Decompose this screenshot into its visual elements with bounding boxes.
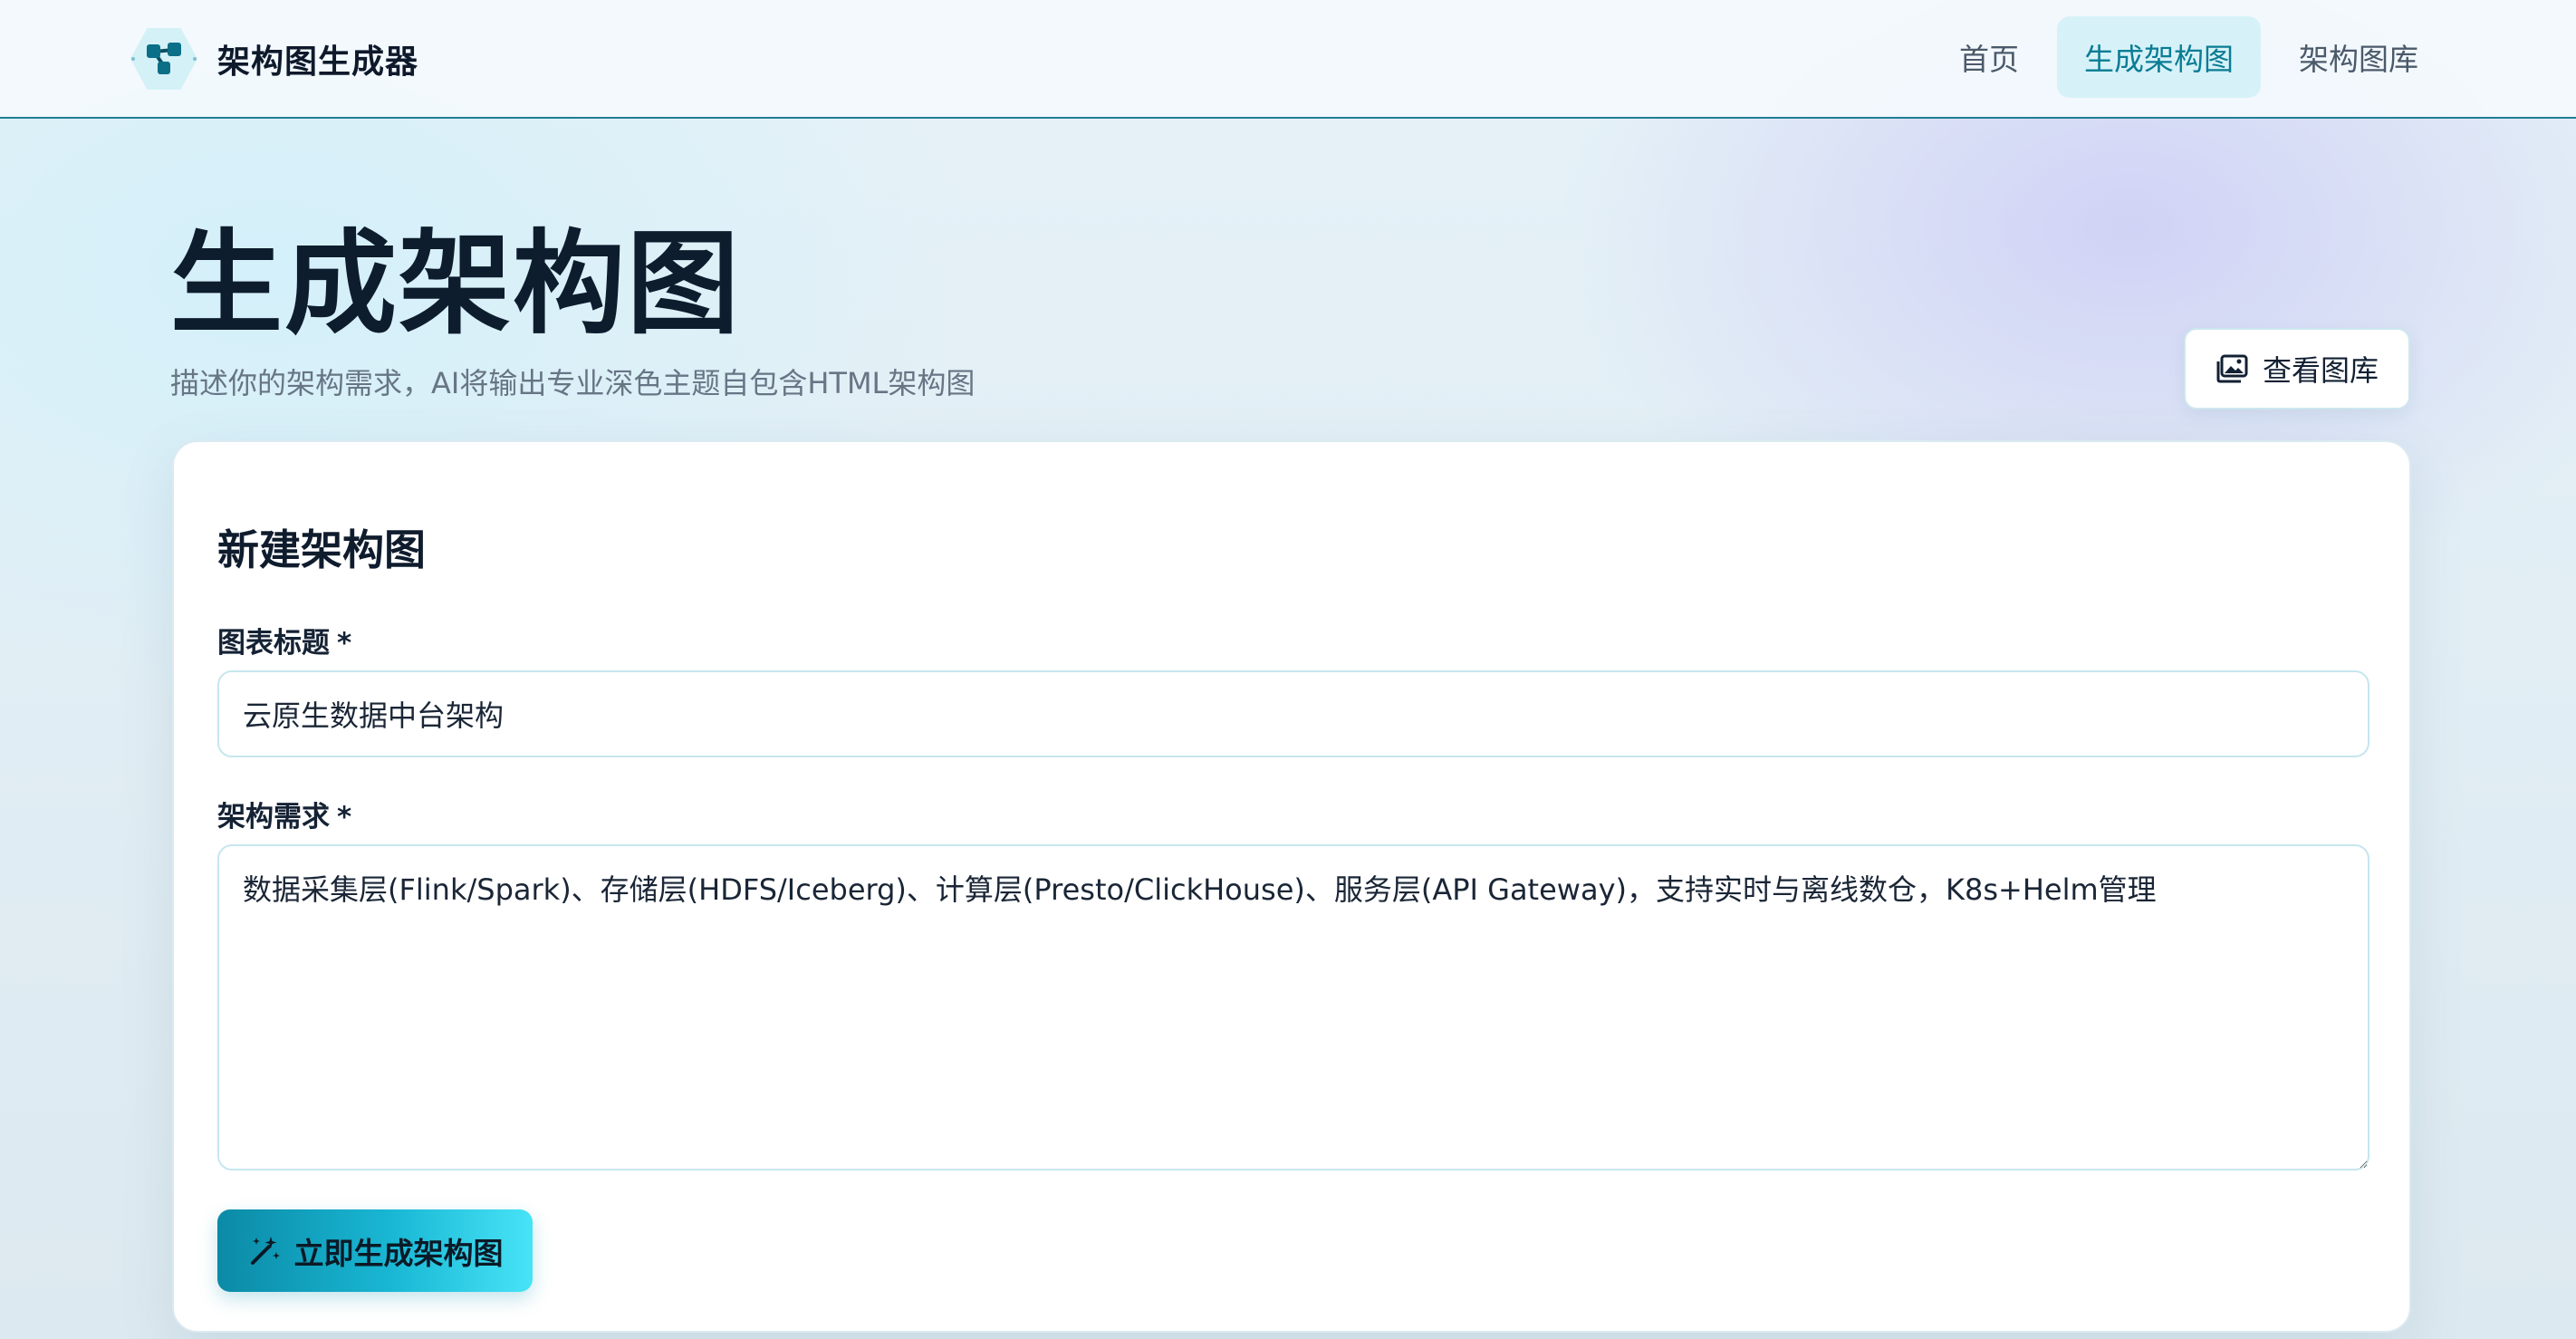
requirements-label-text: 架构需求	[217, 801, 330, 833]
generate-button-label: 立即生成架构图	[293, 1235, 504, 1271]
title-field-label: 图表标题 *	[217, 620, 351, 660]
generate-diagram-button[interactable]: 立即生成架构图	[217, 1209, 533, 1292]
required-mark: *	[337, 627, 352, 660]
nav-item-home[interactable]: 首页	[1932, 16, 2046, 98]
network-nodes-icon	[130, 25, 197, 92]
nav-item-generate[interactable]: 生成架构图	[2057, 16, 2261, 98]
brand[interactable]: 架构图生成器	[130, 25, 418, 92]
required-mark: *	[337, 801, 352, 833]
view-gallery-button[interactable]: 查看图库	[2184, 328, 2410, 409]
new-diagram-card: 新建架构图 图表标题* 架构需求* 数据采集层(Flink/Spark)、存储层…	[172, 440, 2411, 1333]
page-subtitle: 描述你的架构需求，AI将输出专业深色主题自包含HTML架构图	[170, 366, 976, 400]
title-label-text: 图表标题	[217, 627, 330, 660]
images-icon	[2216, 354, 2248, 383]
page-title: 生成架构图	[170, 219, 742, 350]
diagram-title-input[interactable]	[217, 670, 2369, 757]
app-name: 架构图生成器	[217, 43, 419, 81]
nav-item-gallery[interactable]: 架构图库	[2272, 16, 2446, 98]
top-header: 架构图生成器 首页 生成架构图 架构图库	[0, 0, 2576, 119]
requirements-field-label: 架构需求 *	[217, 794, 351, 834]
magic-wand-icon	[250, 1236, 280, 1265]
card-title: 新建架构图	[217, 525, 426, 574]
view-gallery-label: 查看图库	[2262, 354, 2379, 387]
requirements-textarea[interactable]: 数据采集层(Flink/Spark)、存储层(HDFS/Iceberg)、计算层…	[217, 844, 2369, 1170]
main-nav: 首页 生成架构图 架构图库	[1921, 16, 2446, 98]
